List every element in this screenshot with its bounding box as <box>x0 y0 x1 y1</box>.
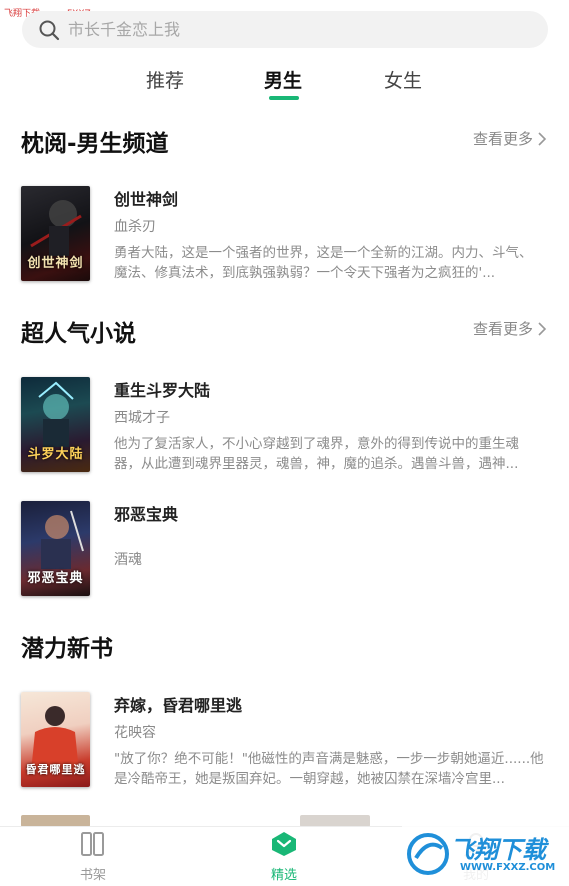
book-description: "放了你？绝不可能！"他磁性的声音满是魅惑，一步一步朝她逼近......他是冷酷… <box>114 751 544 787</box>
logo-icon <box>407 833 449 875</box>
book-item[interactable]: 创世神剑 创世神剑 血杀刃 勇者大陆，这是一个强者的世界，这是一个全新的江湖。内… <box>21 186 549 282</box>
search-input[interactable] <box>68 20 468 39</box>
book-item[interactable]: 邪恶宝典 邪恶宝典 酒魂 <box>21 501 549 597</box>
book-cover[interactable]: 邪恶宝典 <box>21 501 90 596</box>
more-label: 查看更多 <box>472 130 533 148</box>
watermark-logo: 飞翔下载 WWW.FXXZ.COM <box>402 826 569 886</box>
nav-label-bookshelf: 书架 <box>79 868 106 883</box>
book-cover[interactable]: 斗罗大陆 <box>21 377 90 472</box>
section-title-popular: 超人气小说 <box>21 321 136 347</box>
section-title-male-channel: 枕阅-男生频道 <box>21 131 169 157</box>
nav-featured[interactable]: 精选 <box>244 831 324 883</box>
tab-female[interactable]: 女生 <box>384 66 422 93</box>
cover-title: 斗罗大陆 <box>27 447 84 462</box>
chevron-right-icon <box>538 321 547 336</box>
search-bar[interactable] <box>22 11 548 48</box>
cover-title: 邪恶宝典 <box>27 571 84 586</box>
bookshelf-icon <box>81 832 104 856</box>
logo-url: WWW.FXXZ.COM <box>460 862 556 873</box>
section-title-new-books: 潜力新书 <box>21 636 113 662</box>
nav-label-featured: 精选 <box>270 868 297 883</box>
book-author: 西城才子 <box>114 410 170 426</box>
book-item[interactable]: 斗罗大陆 重生斗罗大陆 西城才子 他为了复活家人，不小心穿越到了魂界，意外的得到… <box>21 377 549 473</box>
channel-tabs: 推荐 男生 女生 <box>0 66 569 106</box>
tab-male[interactable]: 男生 <box>264 66 302 93</box>
search-icon <box>39 20 60 40</box>
featured-icon <box>272 832 296 856</box>
book-description: 勇者大陆，这是一个强者的世界，这是一个全新的江湖。内力、斗气、魔法、修真法术，到… <box>114 245 533 281</box>
active-tab-indicator <box>269 96 299 100</box>
book-cover[interactable]: 昏君哪里逃 <box>21 692 90 787</box>
logo-name: 飞翔下载 <box>450 836 546 864</box>
cover-title: 昏君哪里逃 <box>25 763 86 776</box>
book-title[interactable]: 重生斗罗大陆 <box>114 377 210 401</box>
chevron-right-icon <box>538 131 547 146</box>
book-author: 酒魂 <box>114 552 142 568</box>
book-author: 花映容 <box>114 725 156 741</box>
more-link-male-channel[interactable]: 查看更多 <box>473 128 547 149</box>
more-label: 查看更多 <box>472 320 533 338</box>
book-title[interactable]: 邪恶宝典 <box>114 501 178 525</box>
nav-bookshelf[interactable]: 书架 <box>53 831 133 883</box>
book-description: 他为了复活家人，不小心穿越到了魂界，意外的得到传说中的重生魂器，从此遭到魂界里器… <box>114 436 519 472</box>
book-author: 血杀刃 <box>114 219 156 235</box>
tab-recommend[interactable]: 推荐 <box>146 66 184 93</box>
book-cover[interactable]: 创世神剑 <box>21 186 90 281</box>
more-link-popular[interactable]: 查看更多 <box>473 318 547 339</box>
book-item[interactable]: 昏君哪里逃 弃嫁，昏君哪里逃 花映容 "放了你？绝不可能！"他磁性的声音满是魅惑… <box>21 692 549 788</box>
book-title[interactable]: 弃嫁，昏君哪里逃 <box>114 692 242 716</box>
cover-title: 创世神剑 <box>27 256 84 271</box>
book-title[interactable]: 创世神剑 <box>114 186 178 210</box>
